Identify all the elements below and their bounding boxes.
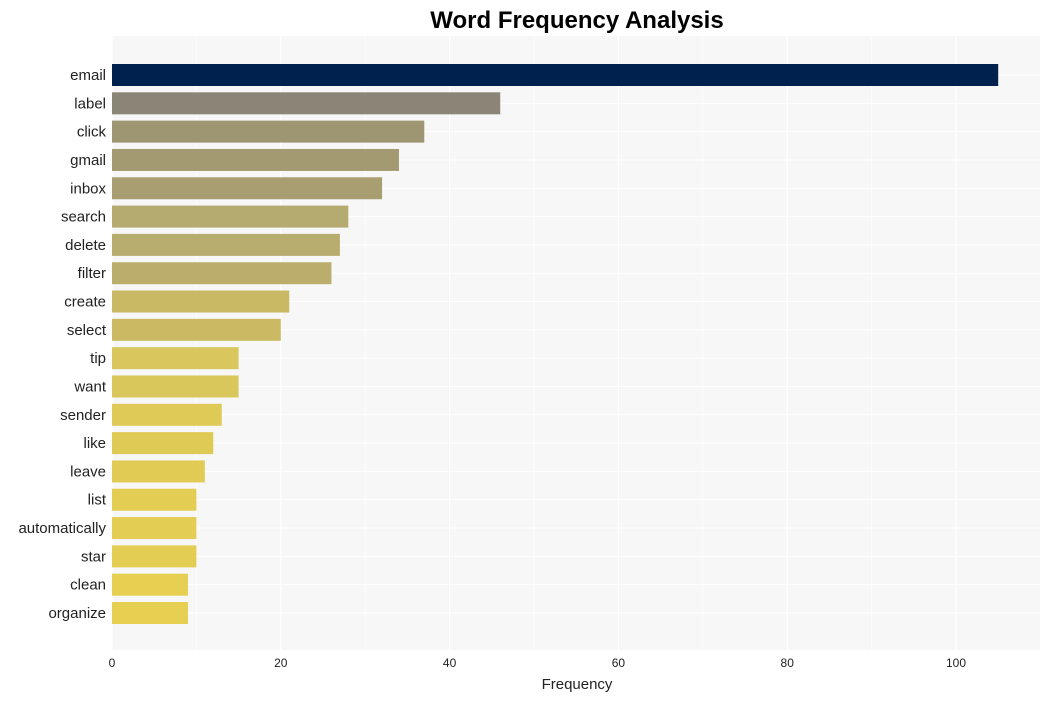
y-tick-label: organize bbox=[48, 605, 106, 622]
bar-email bbox=[112, 64, 999, 86]
y-tick-label: star bbox=[81, 548, 106, 565]
y-tick-label: label bbox=[74, 95, 106, 112]
bar-tip bbox=[112, 347, 239, 370]
y-tick-label: click bbox=[77, 124, 107, 141]
x-tick-label: 40 bbox=[443, 656, 457, 670]
y-tick-label: gmail bbox=[70, 152, 106, 169]
y-tick-label: tip bbox=[90, 350, 106, 367]
bar-organize bbox=[112, 602, 188, 624]
y-tick-label: leave bbox=[70, 463, 106, 480]
bar-sender bbox=[112, 403, 222, 426]
x-tick-label: 20 bbox=[274, 656, 288, 670]
y-tick-label: email bbox=[70, 67, 106, 84]
y-tick-label: search bbox=[61, 209, 106, 226]
bar-chart: Word Frequency Analysis email label click g… bbox=[18, 7, 1040, 693]
bar-inbox bbox=[112, 177, 383, 200]
y-tick-label: want bbox=[73, 378, 107, 395]
y-tick-label: list bbox=[88, 492, 107, 509]
bar-automatically bbox=[112, 517, 197, 540]
x-tick-labels: 0 20 40 60 80 100 bbox=[109, 656, 967, 670]
bar-search bbox=[112, 205, 349, 228]
y-tick-label: create bbox=[64, 294, 106, 311]
bar-like bbox=[112, 432, 214, 455]
x-tick-label: 100 bbox=[946, 656, 966, 670]
bar-create bbox=[112, 290, 290, 313]
y-tick-label: filter bbox=[78, 265, 106, 282]
y-tick-label: sender bbox=[60, 407, 106, 424]
bar-label bbox=[112, 92, 501, 115]
y-tick-label: delete bbox=[65, 237, 106, 254]
x-axis-label: Frequency bbox=[542, 676, 613, 693]
bar-gmail bbox=[112, 148, 399, 171]
bar-delete bbox=[112, 233, 340, 256]
bar-click bbox=[112, 120, 425, 143]
bar-filter bbox=[112, 262, 332, 285]
y-tick-label: select bbox=[67, 322, 107, 339]
chart-title: Word Frequency Analysis bbox=[430, 7, 723, 34]
y-tick-label: inbox bbox=[70, 180, 106, 197]
y-tick-label: automatically bbox=[18, 520, 106, 537]
bar-select bbox=[112, 318, 281, 341]
x-tick-label: 60 bbox=[612, 656, 626, 670]
y-tick-labels: email label click gmail inbox search delete fil… bbox=[18, 67, 106, 622]
bar-star bbox=[112, 545, 197, 568]
bar-list bbox=[112, 488, 197, 511]
bar-want bbox=[112, 375, 239, 398]
y-tick-label: clean bbox=[70, 577, 106, 594]
bar-clean bbox=[112, 573, 188, 596]
x-tick-label: 80 bbox=[781, 656, 795, 670]
x-tick-label: 0 bbox=[109, 656, 116, 670]
y-tick-label: like bbox=[83, 435, 106, 452]
bar-leave bbox=[112, 460, 205, 483]
